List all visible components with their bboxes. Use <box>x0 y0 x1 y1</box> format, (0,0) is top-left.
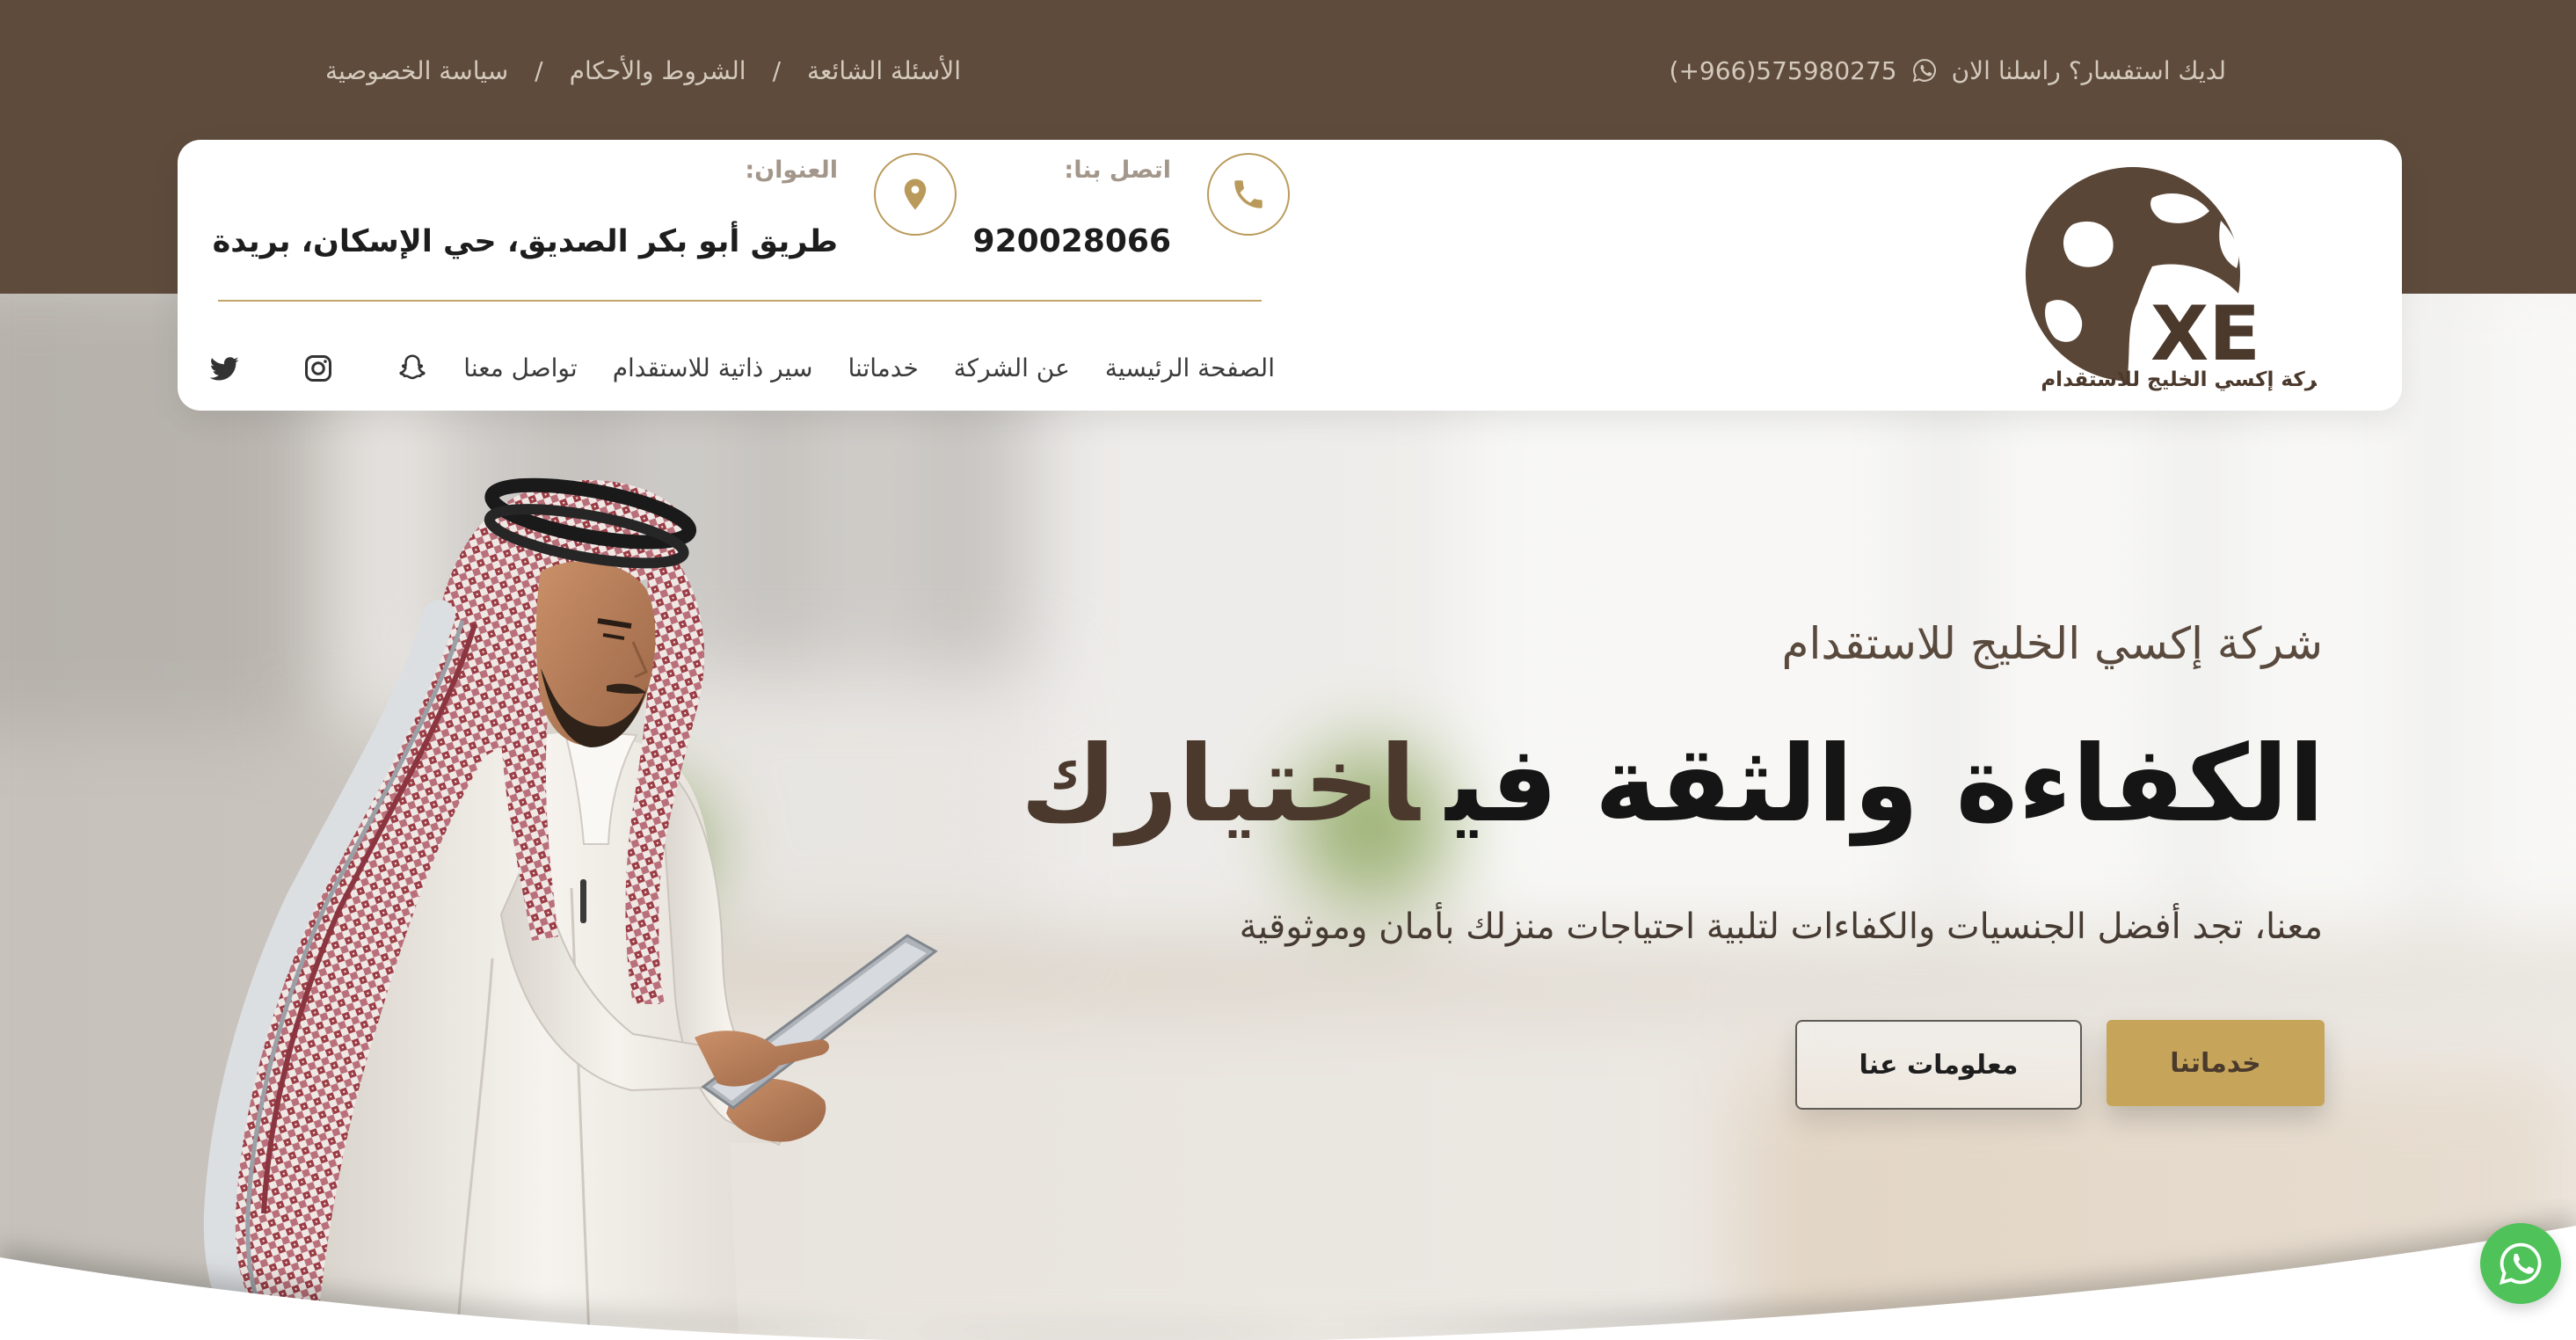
logo-tagline: شركة إكسي الخليج للاستقدام <box>2041 368 2317 391</box>
link-separator: / <box>535 55 543 85</box>
address-label: العنوان: <box>745 157 838 184</box>
nav-item-contact[interactable]: تواصل معنا <box>463 347 577 390</box>
about-us-button[interactable]: معلومات عنا <box>1795 1020 2082 1110</box>
call-label: اتصل بنا: <box>1064 157 1171 184</box>
services-button[interactable]: خدماتنا <box>2107 1020 2325 1106</box>
whatsapp-phone-number[interactable]: (+966)575980275 <box>1670 56 1897 85</box>
call-icon-circle[interactable] <box>1207 153 1290 236</box>
hero-title-accent: اختيارك <box>1020 724 1420 846</box>
terms-link[interactable]: الشروط والأحكام <box>570 56 746 85</box>
call-number[interactable]: 920028066 <box>973 222 1171 261</box>
topbar-contact[interactable]: لديك استفسار؟ راسلنا الان (+966)57598027… <box>1670 48 2226 92</box>
whatsapp-float-button[interactable] <box>2480 1223 2561 1304</box>
company-logo[interactable]: XE شركة إكسي الخليج للاستقدام <box>2020 163 2338 393</box>
hero-title-main: الكفاءة والثقة في <box>1445 724 2325 846</box>
topbar-links: الأسئلة الشائعة / الشروط والأحكام / سياس… <box>325 48 961 92</box>
snapchat-icon[interactable] <box>397 353 428 384</box>
whatsapp-icon <box>2499 1242 2542 1285</box>
bottom-wave <box>0 1215 2576 1340</box>
hero-kicker: شركة إكسي الخليج للاستقدام <box>1781 618 2323 669</box>
address-text: طريق أبو بكر الصديق، حي الإسكان، بريدة <box>212 224 838 259</box>
hero-subtitle: معنا، تجد أفضل الجنسيات والكفاءات لتلبية… <box>1239 907 2323 947</box>
privacy-link[interactable]: سياسة الخصوصية <box>325 56 508 85</box>
faq-link[interactable]: الأسئلة الشائعة <box>807 56 961 85</box>
twitter-icon[interactable] <box>208 353 240 384</box>
social-links <box>208 353 428 384</box>
nav-item-cvs[interactable]: سير ذاتية للاستقدام <box>613 347 813 390</box>
nav-item-home[interactable]: الصفحة الرئيسية <box>1105 347 1275 390</box>
hero-title: الكفاءة والثقة فياختيارك <box>1021 717 2325 854</box>
inquiry-text: لديك استفسار؟ راسلنا الان <box>1951 55 2226 85</box>
nav-item-about[interactable]: عن الشركة <box>954 347 1070 390</box>
page: لديك استفسار؟ راسلنا الان (+966)57598027… <box>0 0 2576 1340</box>
location-pin-icon <box>904 178 927 210</box>
instagram-icon[interactable] <box>302 353 334 384</box>
address-icon-circle[interactable] <box>874 153 957 236</box>
header-card: XE شركة إكسي الخليج للاستقدام اتصل بنا: … <box>178 140 2402 411</box>
nav-item-services[interactable]: خدماتنا <box>848 347 918 390</box>
logo-mark: XE <box>2150 290 2260 378</box>
main-nav: الصفحة الرئيسية عن الشركة خدماتنا سير ذا… <box>209 347 1275 390</box>
whatsapp-icon <box>1911 57 1938 84</box>
phone-icon <box>1234 180 1263 208</box>
header-divider <box>218 300 1262 302</box>
link-separator: / <box>772 55 782 85</box>
